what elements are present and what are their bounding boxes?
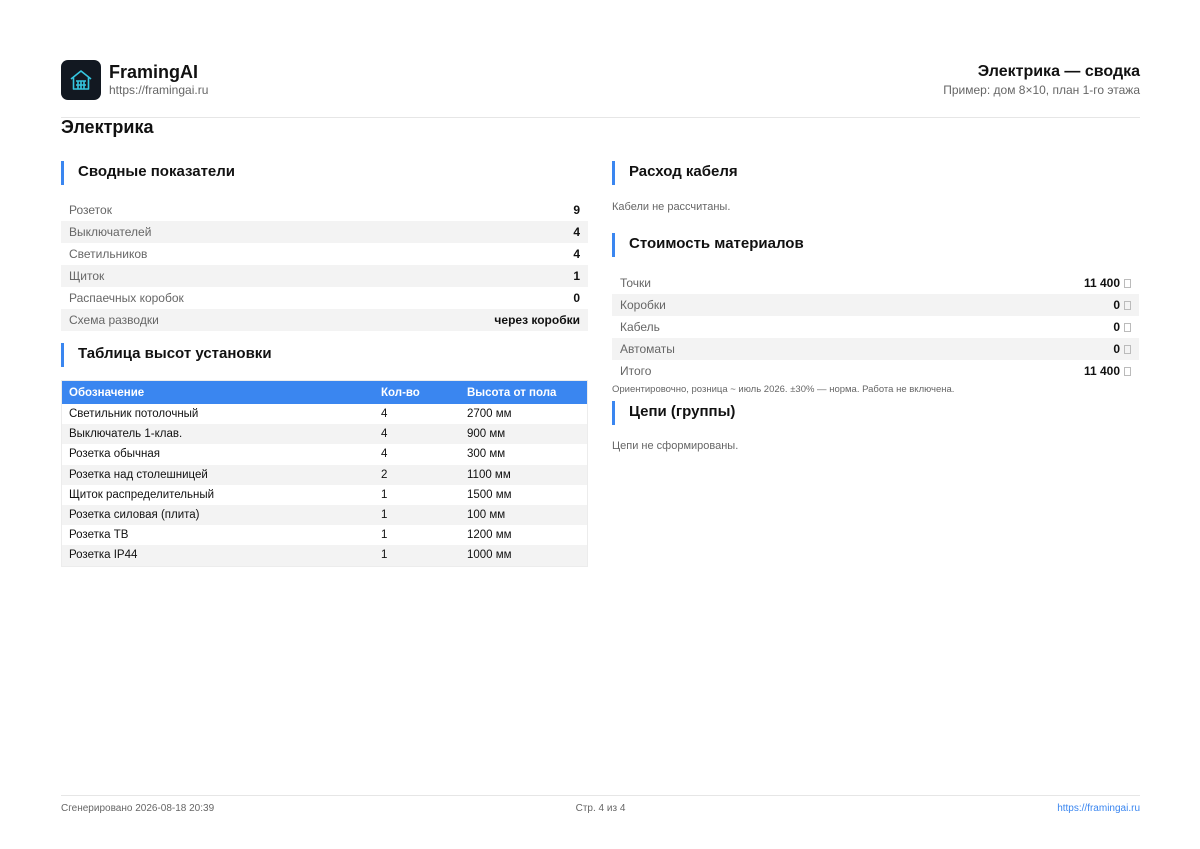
table-header-row: Обозначение Кол-во Высота от пола — [62, 381, 587, 404]
summary-value: 9 — [573, 203, 580, 217]
cell-qty: 4 — [381, 428, 388, 441]
summary-list: Розеток 9 Выключателей 4 Светильников 4 Щит… — [61, 199, 588, 331]
cost-row: Точки 11 400 — [612, 272, 1139, 294]
summary-value: 4 — [573, 247, 580, 261]
table-row: Розетка IP44 1 1000 мм — [62, 545, 587, 566]
cost-row: Автоматы 0 — [612, 338, 1139, 360]
cost-row: Коробки 0 — [612, 294, 1139, 316]
circuits-heading: Цепи (группы) — [612, 401, 735, 425]
column-header: Обозначение — [69, 386, 145, 399]
cell-height: 100 мм — [467, 509, 506, 522]
cell-height: 1100 мм — [467, 468, 511, 481]
cost-row: Итого 11 400 — [612, 360, 1139, 382]
summary-value: 0 — [573, 291, 580, 305]
table-body: Светильник потолочный 4 2700 мм Выключател… — [62, 404, 587, 566]
cell-name: Розетка ТВ — [69, 529, 129, 542]
cable-empty-text: Кабели не рассчитаны. — [612, 201, 731, 213]
costs-list: Точки 11 400 Коробки 0 Кабель 0 Автоматы 0 И… — [612, 272, 1139, 382]
cost-value: 0 — [1113, 320, 1120, 334]
column-header: Кол-во — [381, 386, 420, 399]
cell-qty: 1 — [381, 549, 388, 562]
page-number: Стр. 4 из 4 — [575, 803, 626, 814]
cost-label: Автоматы — [620, 342, 675, 356]
summary-value: 1 — [573, 269, 580, 283]
cable-heading: Расход кабеля — [612, 161, 738, 185]
summary-label: Выключателей — [69, 225, 152, 239]
cell-qty: 4 — [381, 408, 388, 421]
cost-label: Точки — [620, 276, 652, 290]
cost-value: 11 400 — [1083, 364, 1120, 378]
cell-height: 300 мм — [467, 448, 506, 461]
column-header: Высота от пола — [467, 386, 557, 399]
summary-value: через коробки — [494, 313, 580, 327]
cell-qty: 4 — [381, 448, 388, 461]
cost-row: Кабель 0 — [612, 316, 1139, 338]
brand-url: https://framingai.ru — [109, 83, 209, 97]
cell-name: Розетка обычная — [69, 448, 160, 461]
summary-label: Распаечных коробок — [69, 291, 184, 305]
summary-label: Розеток — [69, 203, 112, 217]
cell-name: Розетка IP44 — [69, 549, 138, 562]
cell-name: Выключатель 1-клав. — [69, 428, 183, 441]
table-row: Розетка обычная 4 300 мм — [62, 444, 587, 464]
cell-qty: 1 — [381, 488, 388, 501]
summary-heading: Сводные показатели — [61, 161, 235, 185]
cell-height: 2700 мм — [467, 408, 512, 421]
summary-label: Схема разводки — [69, 313, 159, 327]
summary-row: Схема разводки через коробки — [61, 309, 588, 331]
document-page: FramingAI https://framingai.ru Электрика… — [0, 0, 1200, 849]
cell-height: 1200 мм — [467, 529, 512, 542]
document-subtitle: Пример: дом 8×10, план 1-го этажа — [943, 83, 1140, 97]
summary-value: 4 — [573, 225, 580, 239]
table-row: Розетка силовая (плита) 1 100 мм — [62, 504, 587, 526]
cost-label: Коробки — [620, 298, 666, 312]
currency-icon — [1124, 301, 1131, 310]
summary-row: Светильников 4 — [61, 243, 588, 265]
table-row: Светильник потолочный 4 2700 мм — [62, 404, 587, 424]
footer-link[interactable]: https://framingai.ru — [1057, 803, 1140, 814]
currency-icon — [1124, 279, 1131, 288]
page-footer: Сгенерировано 2026-08-18 20:39 Стр. 4 из… — [61, 795, 1140, 815]
cell-name: Щиток распределительный — [69, 488, 215, 501]
cost-value: 0 — [1113, 342, 1120, 356]
page-title: Электрика — [61, 117, 154, 137]
cell-name: Розетка силовая (плита) — [69, 509, 200, 522]
summary-label: Светильников — [69, 247, 148, 261]
currency-icon — [1124, 345, 1131, 354]
summary-row: Выключателей 4 — [61, 221, 588, 243]
summary-label: Щиток — [69, 269, 105, 283]
table-row: Розетка над столешницей 2 1100 мм — [62, 464, 587, 485]
cell-qty: 1 — [381, 509, 388, 522]
brand-name: FramingAI — [109, 62, 199, 82]
cell-qty: 2 — [381, 468, 388, 481]
currency-icon — [1124, 367, 1131, 376]
table-row: Щиток распределительный 1 1500 мм — [62, 485, 587, 505]
table-row: Розетка ТВ 1 1200 мм — [62, 525, 587, 545]
table-row: Выключатель 1-клав. 4 900 мм — [62, 424, 587, 445]
house-frame-icon — [61, 60, 101, 100]
page-header: FramingAI https://framingai.ru Электрика… — [61, 60, 1140, 118]
circuits-empty-text: Цепи не сформированы. — [612, 440, 739, 452]
cell-qty: 1 — [381, 529, 388, 542]
cell-height: 1000 мм — [467, 549, 512, 562]
cost-label: Итого — [620, 364, 652, 378]
cell-height: 900 мм — [467, 428, 506, 441]
summary-row: Щиток 1 — [61, 265, 588, 287]
summary-row: Распаечных коробок 0 — [61, 287, 588, 309]
document-title: Электрика — сводка — [977, 63, 1140, 80]
costs-note: Ориентировочно, розница ~ июль 2026. ±30… — [612, 384, 955, 395]
costs-heading: Стоимость материалов — [612, 233, 804, 257]
cell-name: Розетка над столешницей — [69, 468, 208, 481]
heights-heading: Таблица высот установки — [61, 343, 272, 367]
summary-row: Розеток 9 — [61, 199, 588, 221]
heights-table: Обозначение Кол-во Высота от пола Светил… — [61, 380, 588, 567]
cell-name: Светильник потолочный — [69, 408, 199, 421]
currency-icon — [1124, 323, 1131, 332]
cost-value: 0 — [1113, 298, 1120, 312]
cost-value: 11 400 — [1083, 276, 1120, 290]
cell-height: 1500 мм — [467, 488, 512, 501]
cost-label: Кабель — [620, 320, 660, 334]
